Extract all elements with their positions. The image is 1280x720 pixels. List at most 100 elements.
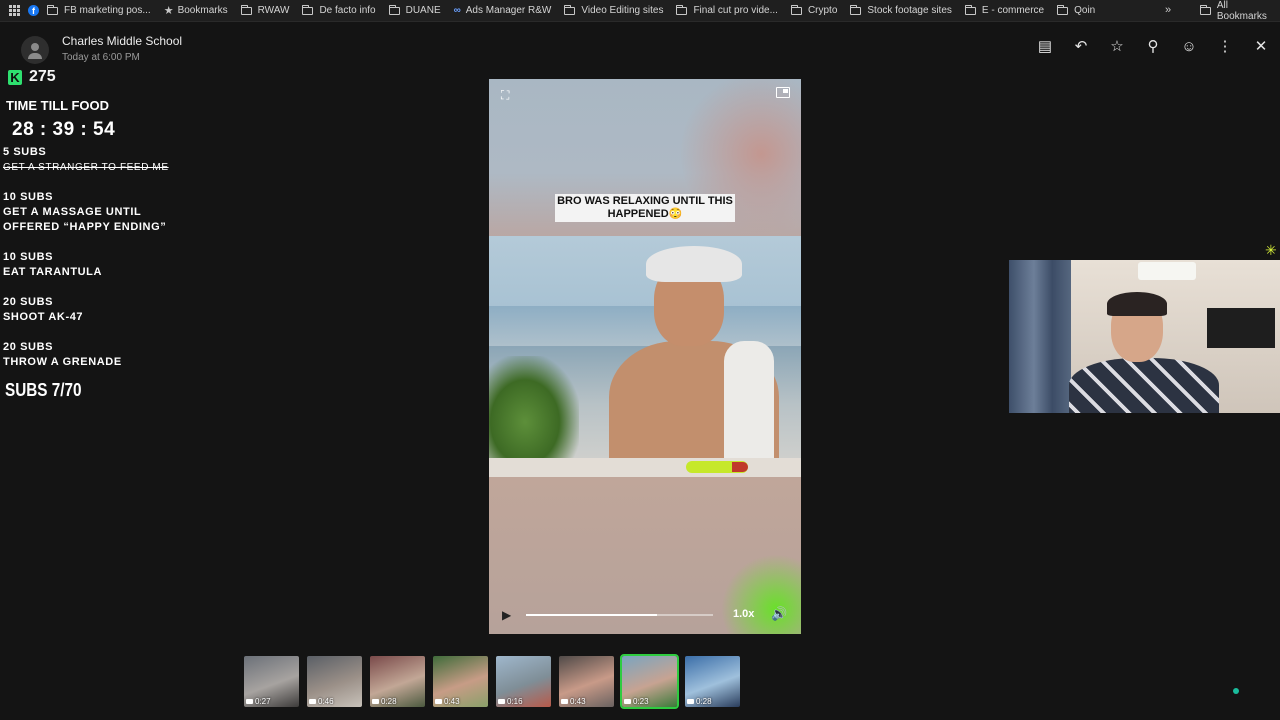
goal-task: GET A MASSAGE UNTIL OFFERED “HAPPY ENDIN… xyxy=(3,206,167,233)
bookmark-item[interactable]: De facto info xyxy=(302,4,376,16)
subtitles-icon[interactable]: ▤ xyxy=(1036,38,1054,56)
goal-item: 5 SUBS GET A STRANGER TO FEED ME xyxy=(3,145,169,175)
bookmark-item[interactable]: E - commerce xyxy=(964,4,1044,16)
bookmarks-overflow-button[interactable]: » xyxy=(1165,4,1171,16)
bookmark-item[interactable]: DUANE xyxy=(388,4,441,16)
video-camera-icon xyxy=(372,699,379,704)
goal-item: 20 SUBS SHOOT AK-47 xyxy=(3,295,83,325)
folder-icon xyxy=(850,4,862,15)
bookmark-item[interactable]: ★ Bookmarks xyxy=(164,4,228,17)
thumbnail-duration: 0:43 xyxy=(561,697,586,706)
thumbnail-duration: 0:28 xyxy=(372,697,397,706)
duration-text: 0:28 xyxy=(381,697,397,706)
thumbnail-duration: 0:16 xyxy=(498,697,523,706)
streamer xyxy=(1069,292,1219,413)
folder-icon xyxy=(240,4,252,15)
kick-viewer-badge: K 275 xyxy=(8,68,56,86)
video-camera-icon xyxy=(687,699,694,704)
goal-subs: 5 SUBS xyxy=(3,146,47,158)
duration-text: 0:23 xyxy=(633,697,649,706)
goal-subs: 20 SUBS xyxy=(3,296,54,308)
goal-item: 20 SUBS THROW A GRENADE xyxy=(3,340,122,370)
picture-in-picture-icon[interactable] xyxy=(776,87,790,98)
bookmark-item[interactable]: Qoin xyxy=(1057,4,1095,16)
duration-text: 0:43 xyxy=(444,697,460,706)
reply-icon[interactable]: ↶ xyxy=(1072,38,1090,56)
duration-text: 0:16 xyxy=(507,697,523,706)
folder-icon xyxy=(1057,4,1069,15)
timestamp: Today at 6:00 PM xyxy=(62,52,140,63)
progress-bar[interactable] xyxy=(526,614,713,616)
facebook-icon[interactable]: f xyxy=(28,5,39,16)
video-thumbnail[interactable]: 0:23 xyxy=(620,654,679,709)
video-thumbnail[interactable]: 0:46 xyxy=(307,656,362,707)
status-indicator xyxy=(1233,688,1239,694)
sparkle-icon: ✳ xyxy=(1265,242,1277,258)
more-icon[interactable]: ⋮ xyxy=(1216,38,1234,56)
play-pause-button[interactable]: ▶ xyxy=(502,608,511,622)
video-camera-icon xyxy=(561,699,568,704)
table-edge xyxy=(489,458,801,477)
video-camera-icon xyxy=(309,699,316,704)
towel xyxy=(724,341,774,477)
all-bookmarks-button[interactable]: All Bookmarks xyxy=(1200,0,1280,22)
video-thumbnail[interactable]: 0:28 xyxy=(685,656,740,707)
subs-counter: SUBS 7/70 xyxy=(5,380,82,400)
streamer-shirt xyxy=(1069,358,1219,413)
fullscreen-icon[interactable]: ⛶ xyxy=(501,88,509,103)
person xyxy=(584,246,779,477)
goal-subs: 20 SUBS xyxy=(3,341,54,353)
thumbnail-strip: 0:27 0:46 0:28 0:43 0:16 0:43 0:23 0:28 xyxy=(244,654,740,709)
video-camera-icon xyxy=(246,699,253,704)
video-thumbnail[interactable]: 0:27 xyxy=(244,656,299,707)
emoji-icon[interactable]: ☺ xyxy=(1180,38,1198,56)
thumbnail-duration: 0:46 xyxy=(309,697,334,706)
video-thumbnail[interactable]: 0:43 xyxy=(559,656,614,707)
sender-name: Charles Middle School xyxy=(62,34,183,48)
folder-icon xyxy=(47,4,58,15)
star-icon: ★ xyxy=(163,5,174,17)
bookmark-item[interactable]: Stock footage sites xyxy=(850,4,952,16)
video-frame xyxy=(489,236,801,477)
goal-subs: 10 SUBS xyxy=(3,191,54,203)
bookmark-item[interactable]: Crypto xyxy=(790,4,837,16)
bookmark-item[interactable]: ∞ Ads Manager R&W xyxy=(454,5,552,16)
goal-item: 10 SUBS GET A MASSAGE UNTIL OFFERED “HAP… xyxy=(3,190,166,235)
folder-icon xyxy=(388,4,400,15)
video-thumbnail[interactable]: 0:43 xyxy=(433,656,488,707)
countdown-timer: 28 : 39 : 54 xyxy=(12,119,116,140)
pin-icon[interactable]: ⚲ xyxy=(1144,38,1162,56)
bookmark-item[interactable]: Video Editing sites xyxy=(564,4,663,16)
folder-icon xyxy=(564,4,576,15)
bookmark-item[interactable]: FB marketing pos... xyxy=(47,4,151,16)
video-thumbnail[interactable]: 0:28 xyxy=(370,656,425,707)
folder-icon xyxy=(790,4,802,15)
webcam-overlay xyxy=(1009,260,1280,413)
avatar xyxy=(21,36,49,64)
bookmark-item[interactable]: Final cut pro vide... xyxy=(676,4,778,16)
folder-icon xyxy=(302,4,314,15)
folder-icon xyxy=(676,4,688,15)
video-caption: BRO WAS RELAXING UNTIL THIS HAPPENED😳 xyxy=(555,194,735,222)
plants xyxy=(489,356,579,466)
goal-subs: 10 SUBS xyxy=(3,251,54,263)
close-icon[interactable]: ✕ xyxy=(1252,38,1270,56)
duration-text: 0:46 xyxy=(318,697,334,706)
bookmark-item[interactable]: RWAW xyxy=(240,4,289,16)
video-camera-icon xyxy=(624,699,631,704)
volume-icon[interactable]: 🔊 xyxy=(771,606,787,622)
video-camera-icon xyxy=(435,699,442,704)
duration-text: 0:28 xyxy=(696,697,712,706)
goal-task: SHOOT AK-47 xyxy=(3,311,84,323)
thumbnail-duration: 0:43 xyxy=(435,697,460,706)
video-camera-icon xyxy=(498,699,505,704)
video-thumbnail[interactable]: 0:16 xyxy=(496,656,551,707)
meta-icon: ∞ xyxy=(453,5,461,16)
star-icon[interactable]: ☆ xyxy=(1108,38,1126,56)
video-player[interactable]: BRO WAS RELAXING UNTIL THIS HAPPENED😳 ⛶ … xyxy=(489,79,801,634)
progress-fill xyxy=(526,614,657,616)
duration-text: 0:43 xyxy=(570,697,586,706)
playback-speed-button[interactable]: 1.0x xyxy=(733,608,754,620)
apps-grid-icon[interactable] xyxy=(9,5,20,16)
green-glow xyxy=(721,554,801,634)
